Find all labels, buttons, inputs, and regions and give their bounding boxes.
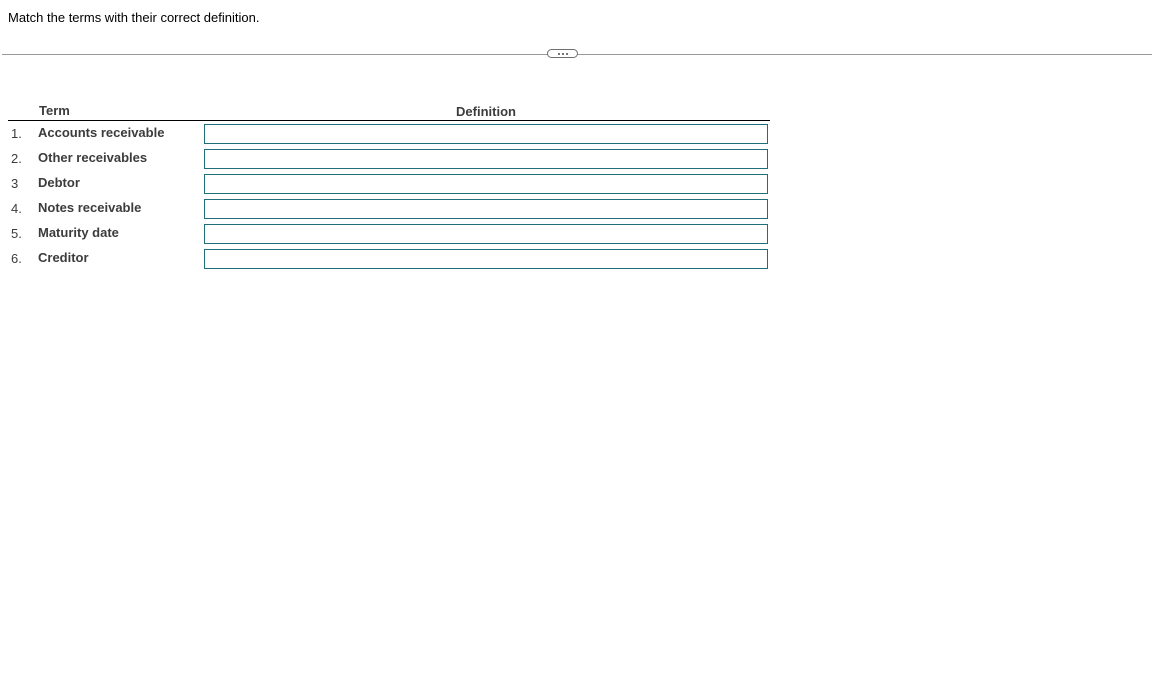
term-label: Notes receivable [38,200,142,215]
column-header-term: Term [39,103,70,118]
column-header-definition: Definition [456,104,516,119]
table-row: 3 Debtor [0,174,780,199]
row-number: 5. [11,226,22,241]
definition-input[interactable] [204,124,768,144]
ellipsis-icon [557,52,568,55]
term-label: Accounts receivable [38,125,165,140]
table-row: 1. Accounts receivable [0,124,780,149]
term-label: Creditor [38,250,89,265]
table-row: 4. Notes receivable [0,199,780,224]
definition-input[interactable] [204,149,768,169]
table-row: 5. Maturity date [0,224,780,249]
expand-button[interactable] [547,49,578,58]
row-number: 3 [11,176,19,191]
definition-input[interactable] [204,249,768,269]
row-number: 1. [11,126,22,141]
term-label: Other receivables [38,150,148,165]
table-row: 2. Other receivables [0,149,780,174]
instruction-text: Match the terms with their correct defin… [8,10,260,25]
table-row: 6. Creditor [0,249,780,274]
term-label: Debtor [38,175,80,190]
row-number: 2. [11,151,22,166]
definition-input[interactable] [204,174,768,194]
header-divider [8,120,770,121]
row-number: 6. [11,251,22,266]
row-number: 4. [11,201,22,216]
definition-input[interactable] [204,224,768,244]
term-label: Maturity date [38,225,119,240]
definition-input[interactable] [204,199,768,219]
